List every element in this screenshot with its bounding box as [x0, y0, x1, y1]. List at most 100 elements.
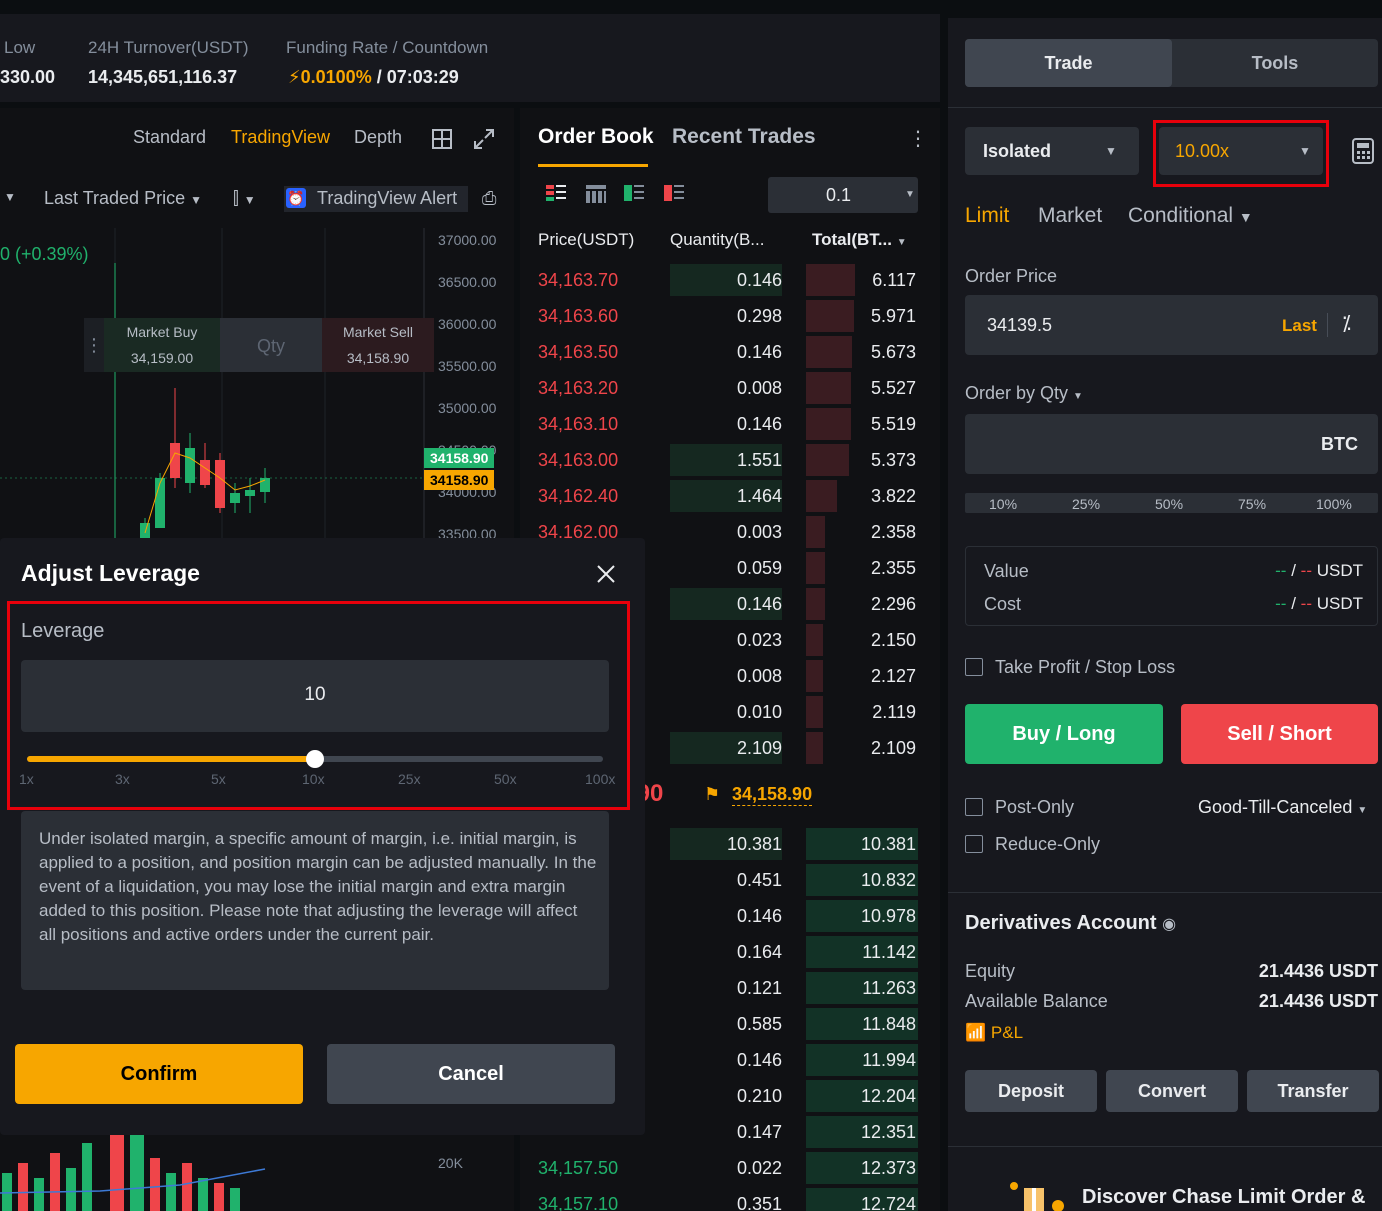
market-sell-button[interactable]: Market Sell 34,158.90: [322, 318, 434, 372]
book-asks-icon[interactable]: [664, 185, 686, 205]
book-grid-icon[interactable]: [586, 185, 608, 205]
order-type-limit[interactable]: Limit: [965, 204, 1009, 228]
ask-row[interactable]: 34,163.70 0.146 6.117: [520, 262, 940, 298]
market-sell-label: Market Sell: [342, 324, 414, 340]
row-qty: 0.146: [736, 414, 782, 434]
indicators-button[interactable]: ⫿ ▼: [233, 188, 256, 209]
caret-down-icon: ▼: [1073, 391, 1083, 402]
tick-25x[interactable]: 25x: [398, 771, 421, 787]
leverage-select[interactable]: 10.00x ▼: [1159, 127, 1323, 175]
ask-row[interactable]: 34,163.50 0.146 5.673: [520, 334, 940, 370]
divider: [1327, 313, 1328, 337]
funding-rate: 0.0100%: [300, 67, 372, 87]
order-by-qty-select[interactable]: Order by Qty ▼: [965, 383, 1083, 404]
row-total: 2.358: [870, 522, 916, 542]
y-axis-label: 36500.00: [438, 274, 497, 290]
tick-100x[interactable]: 100x: [585, 771, 615, 787]
tab-trade[interactable]: Trade: [965, 39, 1172, 87]
post-only-checkbox[interactable]: [965, 798, 983, 816]
convert-button[interactable]: Convert: [1106, 1070, 1238, 1112]
book-bids-icon[interactable]: [624, 185, 646, 205]
price-source-select[interactable]: Last Traded Price ▼: [44, 188, 202, 209]
transfer-button[interactable]: Transfer: [1247, 1070, 1379, 1112]
row-total: 12.373: [860, 1158, 916, 1178]
funding-row: ⚡0.0100% / 07:03:29: [288, 67, 459, 88]
ask-row[interactable]: 34,163.20 0.008 5.527: [520, 370, 940, 406]
screenshot-icon[interactable]: ⎙: [482, 188, 496, 209]
percent-10[interactable]: 10%: [989, 496, 1017, 512]
close-icon[interactable]: [596, 564, 616, 584]
precision-select[interactable]: 0.1 ▼: [768, 177, 918, 213]
qty-placeholder: Qty: [256, 336, 285, 356]
chart-tab-tradingview[interactable]: TradingView: [231, 127, 330, 148]
deposit-button[interactable]: Deposit: [965, 1070, 1097, 1112]
qty-input-field[interactable]: BTC: [965, 414, 1378, 474]
qty-input[interactable]: Qty: [220, 318, 322, 372]
margin-mode-select[interactable]: Isolated ▼: [965, 127, 1139, 175]
row-total: 2.150: [870, 630, 916, 650]
layout-grid-icon[interactable]: [431, 128, 453, 150]
tick-5x[interactable]: 5x: [211, 771, 226, 787]
available-label: Available Balance: [965, 991, 1108, 1011]
bid-row[interactable]: 34,157.50 0.022 12.373: [520, 1150, 940, 1186]
tab-order-book[interactable]: Order Book: [538, 125, 654, 149]
price-change-text: 0 (+0.39%): [0, 244, 89, 264]
order-type-conditional[interactable]: Conditional ▼: [1128, 204, 1253, 228]
time-in-force-select[interactable]: Good-Till-Canceled ▼: [1198, 797, 1367, 818]
last-price-button[interactable]: Last: [1282, 316, 1317, 336]
bid-row[interactable]: 34,157.10 0.351 12.724: [520, 1186, 940, 1211]
calculator-icon[interactable]: [1351, 137, 1375, 165]
buy-long-button[interactable]: Buy / Long: [965, 704, 1163, 764]
ask-row[interactable]: 34,163.10 0.146 5.519: [520, 406, 940, 442]
row-price: 34,163.00: [538, 450, 619, 470]
promo-text[interactable]: Discover Chase Limit Order &: [1082, 1186, 1365, 1209]
drag-handle-icon[interactable]: ⋮: [84, 318, 104, 372]
cancel-button[interactable]: Cancel: [327, 1044, 615, 1104]
percent-icon[interactable]: ⁒: [1342, 311, 1351, 336]
tick-50x[interactable]: 50x: [494, 771, 517, 787]
qty-percent-slider[interactable]: 10% 25% 50% 75% 100%: [965, 493, 1378, 513]
row-qty: 0.146: [736, 906, 782, 926]
leverage-input[interactable]: 10: [21, 660, 609, 732]
ask-row[interactable]: 34,163.00 1.551 5.373: [520, 442, 940, 478]
tick-3x[interactable]: 3x: [115, 771, 130, 787]
reduce-only-checkbox[interactable]: [965, 835, 983, 853]
ask-row[interactable]: 34,163.60 0.298 5.971: [520, 298, 940, 334]
percent-50[interactable]: 50%: [1155, 496, 1183, 512]
market-buy-button[interactable]: Market Buy 34,159.00: [104, 318, 220, 372]
order-type-market[interactable]: Market: [1038, 204, 1102, 228]
chart-tab-depth[interactable]: Depth: [354, 127, 402, 148]
turnover-label: 24H Turnover(USDT): [88, 38, 249, 57]
ask-row[interactable]: 34,162.40 1.464 3.822: [520, 478, 940, 514]
percent-25[interactable]: 25%: [1072, 496, 1100, 512]
row-total: 12.204: [860, 1086, 916, 1106]
sell-short-button[interactable]: Sell / Short: [1181, 704, 1378, 764]
depth-bar: [806, 480, 837, 512]
confirm-button[interactable]: Confirm: [15, 1044, 303, 1104]
order-price-input[interactable]: 34139.5 Last ⁒: [965, 295, 1378, 355]
row-total: 5.373: [870, 450, 916, 470]
tab-tools[interactable]: Tools: [1172, 39, 1378, 87]
row-qty: 0.010: [736, 702, 782, 722]
chart-tab-standard[interactable]: Standard: [133, 127, 206, 148]
leverage-slider-thumb[interactable]: [306, 750, 324, 768]
row-qty: 2.109: [736, 738, 782, 758]
book-both-icon[interactable]: [546, 185, 568, 205]
pnl-link[interactable]: 📶 P&L: [965, 1023, 1023, 1043]
row-qty: 0.003: [736, 522, 782, 542]
tab-recent-trades[interactable]: Recent Trades: [672, 125, 816, 149]
tick-10x[interactable]: 10x: [302, 771, 325, 787]
tick-1x[interactable]: 1x: [19, 771, 34, 787]
row-qty: 0.059: [736, 558, 782, 578]
col-total[interactable]: Total(BT... ▼: [812, 230, 907, 250]
tradingview-alert-button[interactable]: ⏰ TradingView Alert: [284, 186, 468, 212]
expand-icon[interactable]: [473, 128, 495, 150]
tpsl-checkbox[interactable]: [965, 658, 983, 676]
percent-75[interactable]: 75%: [1238, 496, 1266, 512]
eye-icon[interactable]: ◉: [1162, 916, 1176, 933]
leverage-input-value: 10: [304, 684, 326, 705]
percent-100[interactable]: 100%: [1316, 496, 1352, 512]
more-options-icon[interactable]: ⋮: [908, 126, 928, 151]
caret-down-icon: ▼: [905, 189, 915, 200]
caret-down-icon[interactable]: ▼: [4, 190, 16, 204]
